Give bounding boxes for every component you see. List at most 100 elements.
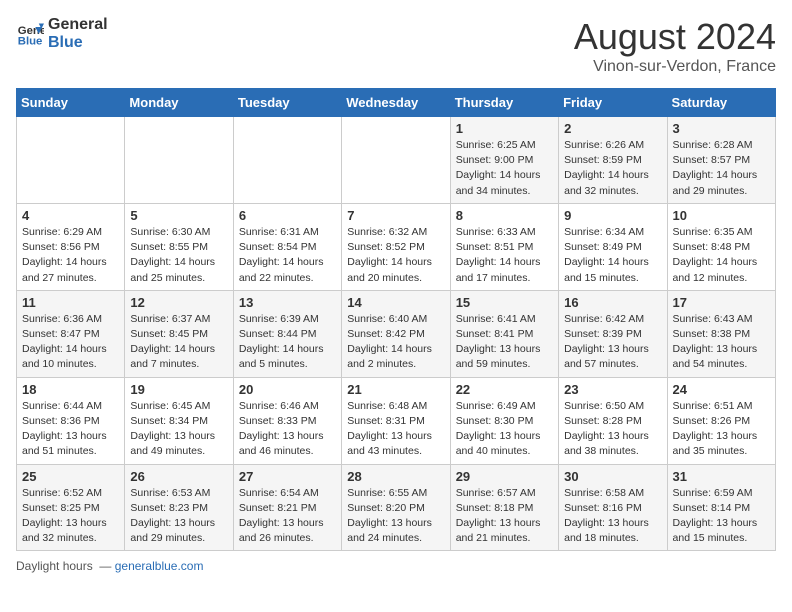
- calendar-cell: 28 Sunrise: 6:55 AMSunset: 8:20 PMDayligh…: [342, 464, 450, 551]
- calendar-cell: 30 Sunrise: 6:58 AMSunset: 8:16 PMDayligh…: [559, 464, 667, 551]
- day-info: Sunrise: 6:43 AMSunset: 8:38 PMDaylight:…: [673, 312, 770, 373]
- day-number: 5: [130, 208, 227, 223]
- day-number: 7: [347, 208, 444, 223]
- calendar-cell: 18 Sunrise: 6:44 AMSunset: 8:36 PMDayligh…: [17, 377, 125, 464]
- calendar-cell: 4Sunrise: 6:29 AMSunset: 8:56 PMDaylight…: [17, 203, 125, 290]
- day-info: Sunrise: 6:37 AMSunset: 8:45 PMDaylight:…: [130, 312, 227, 373]
- footer-note: Daylight hours — generalblue.com: [16, 559, 776, 573]
- calendar-week-1: 1 Sunrise: 6:25 AMSunset: 9:00 PMDaylight…: [17, 117, 776, 204]
- title-area: August 2024 Vinon-sur-Verdon, France: [574, 16, 776, 76]
- day-info: Sunrise: 6:35 AMSunset: 8:48 PMDaylight:…: [673, 225, 770, 286]
- calendar-cell: 13 Sunrise: 6:39 AMSunset: 8:44 PMDayligh…: [233, 290, 341, 377]
- calendar-week-5: 25Sunrise: 6:52 AMSunset: 8:25 PMDayligh…: [17, 464, 776, 551]
- calendar-cell: 26Sunrise: 6:53 AMSunset: 8:23 PMDayligh…: [125, 464, 233, 551]
- day-info: Sunrise: 6:25 AMSunset: 9:00 PMDaylight:…: [456, 138, 553, 199]
- day-number: 29: [456, 469, 553, 484]
- day-info: Sunrise: 6:32 AMSunset: 8:52 PMDaylight:…: [347, 225, 444, 286]
- day-number: 23: [564, 382, 661, 397]
- footer-text: Daylight hours: [16, 559, 93, 573]
- calendar-cell: 21 Sunrise: 6:48 AMSunset: 8:31 PMDayligh…: [342, 377, 450, 464]
- day-info: Sunrise: 6:41 AMSunset: 8:41 PMDaylight:…: [456, 312, 553, 373]
- day-number: 1: [456, 121, 553, 136]
- weekday-header-thursday: Thursday: [450, 89, 558, 117]
- calendar-cell: 11Sunrise: 6:36 AMSunset: 8:47 PMDayligh…: [17, 290, 125, 377]
- day-info: Sunrise: 6:39 AMSunset: 8:44 PMDaylight:…: [239, 312, 336, 373]
- footer-link[interactable]: generalblue.com: [115, 559, 204, 573]
- calendar-cell: 16 Sunrise: 6:42 AMSunset: 8:39 PMDayligh…: [559, 290, 667, 377]
- calendar-cell: 24Sunrise: 6:51 AMSunset: 8:26 PMDayligh…: [667, 377, 775, 464]
- day-info: Sunrise: 6:44 AMSunset: 8:36 PMDaylight:…: [22, 399, 119, 460]
- day-number: 22: [456, 382, 553, 397]
- page-header: General Blue General Blue August 2024 Vi…: [16, 16, 776, 76]
- calendar-cell: 10 Sunrise: 6:35 AMSunset: 8:48 PMDayligh…: [667, 203, 775, 290]
- day-info: Sunrise: 6:50 AMSunset: 8:28 PMDaylight:…: [564, 399, 661, 460]
- day-number: 20: [239, 382, 336, 397]
- calendar-cell: 19 Sunrise: 6:45 AMSunset: 8:34 PMDayligh…: [125, 377, 233, 464]
- calendar-cell: 5 Sunrise: 6:30 AMSunset: 8:55 PMDaylight…: [125, 203, 233, 290]
- day-info: Sunrise: 6:28 AMSunset: 8:57 PMDaylight:…: [673, 138, 770, 199]
- calendar-cell: 7 Sunrise: 6:32 AMSunset: 8:52 PMDaylight…: [342, 203, 450, 290]
- day-number: 24: [673, 382, 770, 397]
- day-number: 14: [347, 295, 444, 310]
- day-info: Sunrise: 6:29 AMSunset: 8:56 PMDaylight:…: [22, 225, 119, 286]
- day-info: Sunrise: 6:59 AMSunset: 8:14 PMDaylight:…: [673, 486, 770, 547]
- day-number: 13: [239, 295, 336, 310]
- day-number: 16: [564, 295, 661, 310]
- day-number: 17: [673, 295, 770, 310]
- calendar-cell: 17 Sunrise: 6:43 AMSunset: 8:38 PMDayligh…: [667, 290, 775, 377]
- day-number: 3: [673, 121, 770, 136]
- day-number: 6: [239, 208, 336, 223]
- day-info: Sunrise: 6:52 AMSunset: 8:25 PMDaylight:…: [22, 486, 119, 547]
- calendar-cell: 8 Sunrise: 6:33 AMSunset: 8:51 PMDaylight…: [450, 203, 558, 290]
- day-info: Sunrise: 6:34 AMSunset: 8:49 PMDaylight:…: [564, 225, 661, 286]
- day-number: 18: [22, 382, 119, 397]
- calendar-cell: 15 Sunrise: 6:41 AMSunset: 8:41 PMDayligh…: [450, 290, 558, 377]
- weekday-header-monday: Monday: [125, 89, 233, 117]
- svg-text:Blue: Blue: [18, 35, 43, 47]
- calendar-title: August 2024: [574, 16, 776, 58]
- weekday-header-sunday: Sunday: [17, 89, 125, 117]
- calendar-week-3: 11Sunrise: 6:36 AMSunset: 8:47 PMDayligh…: [17, 290, 776, 377]
- day-number: 28: [347, 469, 444, 484]
- day-info: Sunrise: 6:58 AMSunset: 8:16 PMDaylight:…: [564, 486, 661, 547]
- day-number: 10: [673, 208, 770, 223]
- calendar-cell: 14 Sunrise: 6:40 AMSunset: 8:42 PMDayligh…: [342, 290, 450, 377]
- calendar-cell: 23 Sunrise: 6:50 AMSunset: 8:28 PMDayligh…: [559, 377, 667, 464]
- day-info: Sunrise: 6:33 AMSunset: 8:51 PMDaylight:…: [456, 225, 553, 286]
- day-number: 12: [130, 295, 227, 310]
- day-info: Sunrise: 6:26 AMSunset: 8:59 PMDaylight:…: [564, 138, 661, 199]
- day-info: Sunrise: 6:55 AMSunset: 8:20 PMDaylight:…: [347, 486, 444, 547]
- weekday-header-row: SundayMondayTuesdayWednesdayThursdayFrid…: [17, 89, 776, 117]
- day-number: 21: [347, 382, 444, 397]
- calendar-cell: 29Sunrise: 6:57 AMSunset: 8:18 PMDayligh…: [450, 464, 558, 551]
- calendar-cell: 20Sunrise: 6:46 AMSunset: 8:33 PMDayligh…: [233, 377, 341, 464]
- day-number: 19: [130, 382, 227, 397]
- calendar-cell: 22Sunrise: 6:49 AMSunset: 8:30 PMDayligh…: [450, 377, 558, 464]
- calendar-week-4: 18 Sunrise: 6:44 AMSunset: 8:36 PMDayligh…: [17, 377, 776, 464]
- day-number: 8: [456, 208, 553, 223]
- day-number: 15: [456, 295, 553, 310]
- calendar-cell: 25Sunrise: 6:52 AMSunset: 8:25 PMDayligh…: [17, 464, 125, 551]
- calendar-subtitle: Vinon-sur-Verdon, France: [574, 58, 776, 76]
- day-info: Sunrise: 6:30 AMSunset: 8:55 PMDaylight:…: [130, 225, 227, 286]
- logo: General Blue General Blue: [16, 16, 108, 51]
- day-info: Sunrise: 6:31 AMSunset: 8:54 PMDaylight:…: [239, 225, 336, 286]
- day-number: 30: [564, 469, 661, 484]
- day-number: 2: [564, 121, 661, 136]
- weekday-header-friday: Friday: [559, 89, 667, 117]
- day-info: Sunrise: 6:40 AMSunset: 8:42 PMDaylight:…: [347, 312, 444, 373]
- weekday-header-saturday: Saturday: [667, 89, 775, 117]
- calendar-cell: [17, 117, 125, 204]
- calendar-cell: 1 Sunrise: 6:25 AMSunset: 9:00 PMDaylight…: [450, 117, 558, 204]
- weekday-header-tuesday: Tuesday: [233, 89, 341, 117]
- day-number: 31: [673, 469, 770, 484]
- calendar-table: SundayMondayTuesdayWednesdayThursdayFrid…: [16, 88, 776, 551]
- day-info: Sunrise: 6:48 AMSunset: 8:31 PMDaylight:…: [347, 399, 444, 460]
- day-number: 27: [239, 469, 336, 484]
- calendar-cell: 31 Sunrise: 6:59 AMSunset: 8:14 PMDayligh…: [667, 464, 775, 551]
- day-info: Sunrise: 6:45 AMSunset: 8:34 PMDaylight:…: [130, 399, 227, 460]
- calendar-cell: 9Sunrise: 6:34 AMSunset: 8:49 PMDaylight…: [559, 203, 667, 290]
- calendar-cell: 12 Sunrise: 6:37 AMSunset: 8:45 PMDayligh…: [125, 290, 233, 377]
- day-info: Sunrise: 6:42 AMSunset: 8:39 PMDaylight:…: [564, 312, 661, 373]
- calendar-cell: 2 Sunrise: 6:26 AMSunset: 8:59 PMDaylight…: [559, 117, 667, 204]
